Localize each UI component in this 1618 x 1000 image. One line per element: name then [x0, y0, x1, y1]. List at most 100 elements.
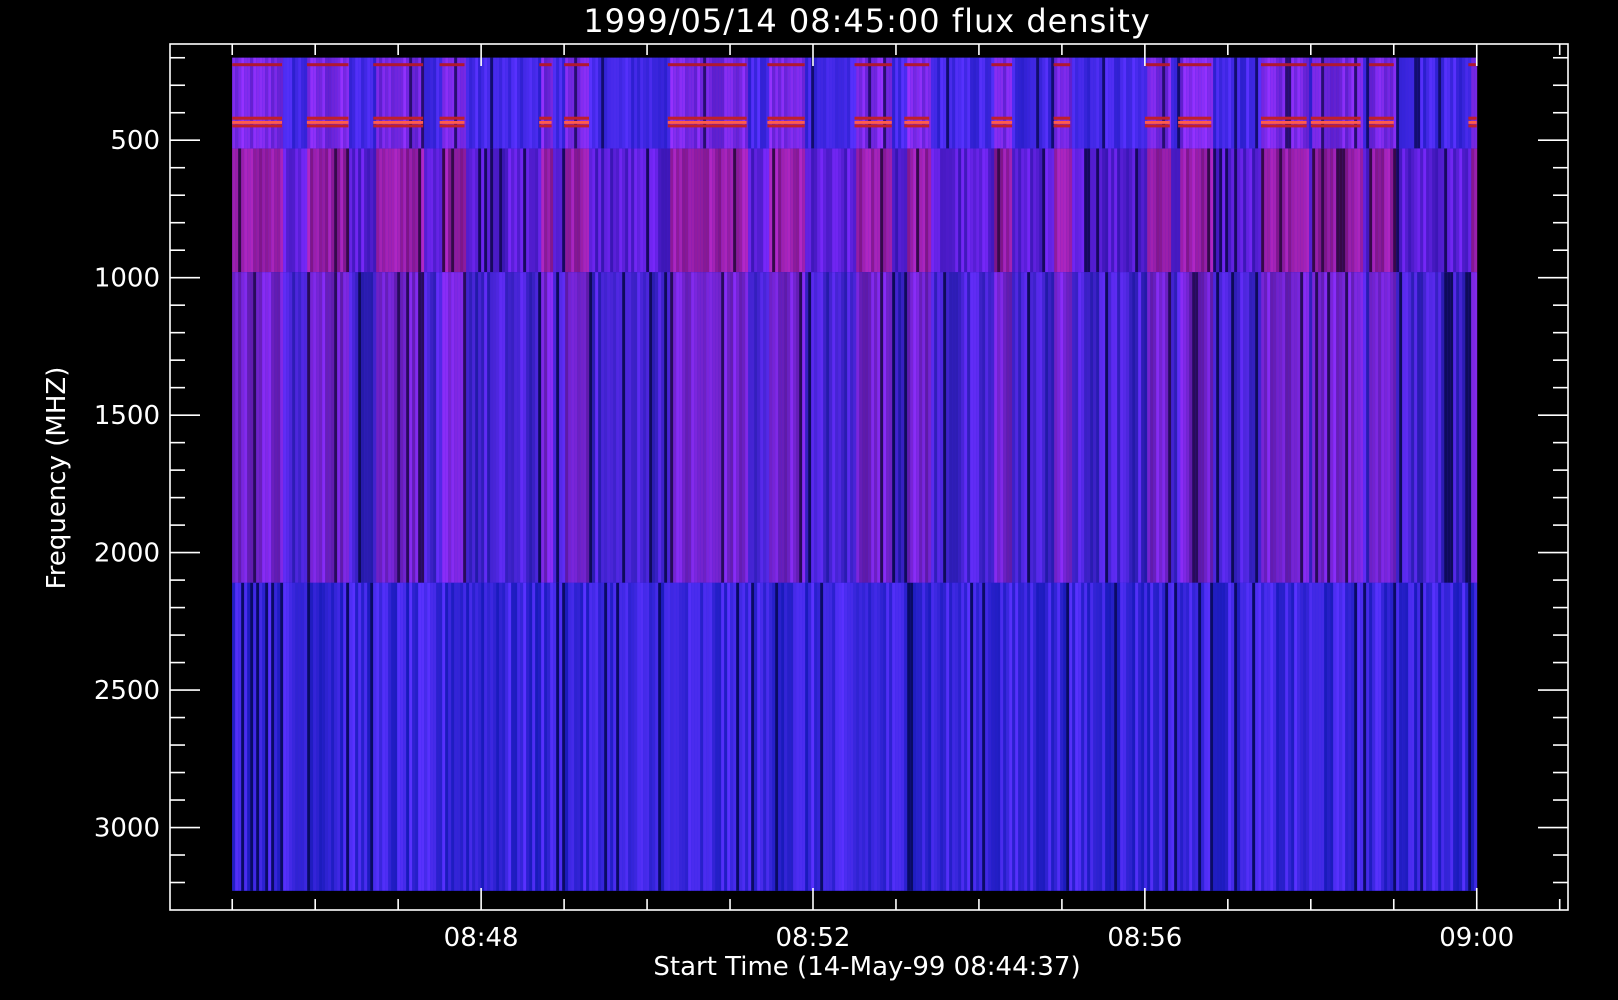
spectrogram-column	[724, 148, 728, 273]
spectrogram-column	[367, 582, 371, 891]
spectrogram-column	[289, 582, 293, 891]
spectrogram-column	[370, 57, 374, 149]
spectrogram-column	[772, 148, 776, 273]
spectrogram-column	[1198, 57, 1202, 149]
spectrogram-column	[433, 272, 437, 583]
spectrogram-column	[841, 148, 845, 273]
spectrogram-column	[796, 148, 800, 273]
spectrogram-column	[244, 148, 248, 273]
spectrogram-column	[1003, 582, 1007, 891]
spectrogram-column	[1249, 272, 1253, 583]
spectrogram-column	[736, 148, 740, 273]
spectrogram-column	[640, 582, 644, 891]
spectrogram-column	[601, 272, 605, 583]
spectrogram-column	[1060, 57, 1064, 149]
spectrogram-column	[1105, 272, 1109, 583]
spectrogram-column	[544, 272, 548, 583]
spectrogram-column	[1414, 272, 1418, 583]
spectrogram-column	[760, 582, 764, 891]
spectrogram-column	[418, 57, 422, 149]
spectrogram-column	[595, 148, 599, 273]
spectrogram-column	[736, 272, 740, 583]
spectrogram-column	[1288, 582, 1292, 891]
spectrogram-column	[649, 582, 653, 891]
spectrogram-column	[1222, 582, 1226, 891]
spectrogram-column	[1273, 148, 1277, 273]
spectrogram-column	[1354, 272, 1358, 583]
spectrogram-column	[571, 148, 575, 273]
spectrogram-column	[934, 57, 938, 149]
spectrogram-column	[358, 582, 362, 891]
spectrogram-column	[1222, 148, 1226, 273]
interference-row	[539, 63, 552, 67]
spectrogram-column	[1069, 148, 1073, 273]
spectrogram-column	[520, 272, 524, 583]
spectrogram-column	[343, 582, 347, 891]
spectrogram-column	[1114, 148, 1118, 273]
spectrogram-column	[640, 57, 644, 149]
spectrogram-column	[1402, 582, 1406, 891]
spectrogram-column	[739, 57, 743, 149]
spectrogram-column	[973, 57, 977, 149]
spectrogram-column	[1363, 582, 1367, 891]
spectrogram-column	[256, 272, 260, 583]
spectrogram-column	[337, 582, 341, 891]
spectrogram-column	[367, 148, 371, 273]
spectrogram-column	[1126, 57, 1130, 149]
spectrogram-column	[1072, 57, 1076, 149]
spectrogram-band	[232, 582, 1478, 891]
spectrogram-column	[967, 57, 971, 149]
spectrogram-column	[1450, 148, 1454, 273]
spectrogram-column	[1087, 582, 1091, 891]
spectrogram-column	[1192, 57, 1196, 149]
spectrogram-column	[583, 57, 587, 149]
spectrogram-column	[1225, 57, 1229, 149]
spectrogram-column	[724, 57, 728, 149]
spectrogram-column	[1231, 148, 1235, 273]
spectrogram-column	[550, 582, 554, 891]
spectrogram-column	[724, 272, 728, 583]
spectrogram-column	[1411, 148, 1415, 273]
spectrogram-column	[604, 582, 608, 891]
spectrogram-column	[298, 148, 302, 273]
spectrogram-column	[352, 582, 356, 891]
spectrogram-column	[1258, 272, 1262, 583]
spectrogram-column	[826, 57, 830, 149]
spectrogram-column	[1360, 582, 1364, 891]
spectrogram-column	[937, 57, 941, 149]
spectrogram-column	[1381, 148, 1385, 273]
spectrogram-column	[1015, 57, 1019, 149]
spectrogram-column	[613, 57, 617, 149]
interference-row	[564, 63, 589, 67]
spectrogram-column	[1117, 148, 1121, 273]
spectrogram-column	[1243, 272, 1247, 583]
spectrogram-column	[1381, 272, 1385, 583]
spectrogram-column	[1306, 148, 1310, 273]
spectrogram-column	[1405, 272, 1409, 583]
spectrogram-column	[871, 57, 875, 149]
spectrogram-column	[994, 57, 998, 149]
spectrogram-column	[1084, 148, 1088, 273]
spectrogram-column	[997, 582, 1001, 891]
spectrogram-column	[982, 57, 986, 149]
spectrogram-column	[1273, 582, 1277, 891]
spectrogram-column	[1285, 57, 1289, 149]
spectrogram-column	[628, 582, 632, 891]
spectrogram-column	[1180, 148, 1184, 273]
spectrogram-column	[301, 272, 305, 583]
spectrogram-column	[721, 582, 725, 891]
spectrogram-column	[1144, 272, 1148, 583]
spectrogram-column	[1324, 148, 1328, 273]
spectrogram-column	[406, 57, 410, 149]
spectrogram-column	[1462, 57, 1466, 149]
interference-row	[306, 124, 349, 128]
spectrogram-column	[637, 272, 641, 583]
spectrogram-column	[1009, 582, 1013, 891]
spectrogram-column	[670, 272, 674, 583]
spectrogram-column	[1051, 272, 1055, 583]
spectrogram-column	[973, 272, 977, 583]
spectrogram-column	[1342, 148, 1346, 273]
spectrogram-column	[613, 272, 617, 583]
spectrogram-column	[1261, 57, 1265, 149]
spectrogram-column	[493, 148, 497, 273]
